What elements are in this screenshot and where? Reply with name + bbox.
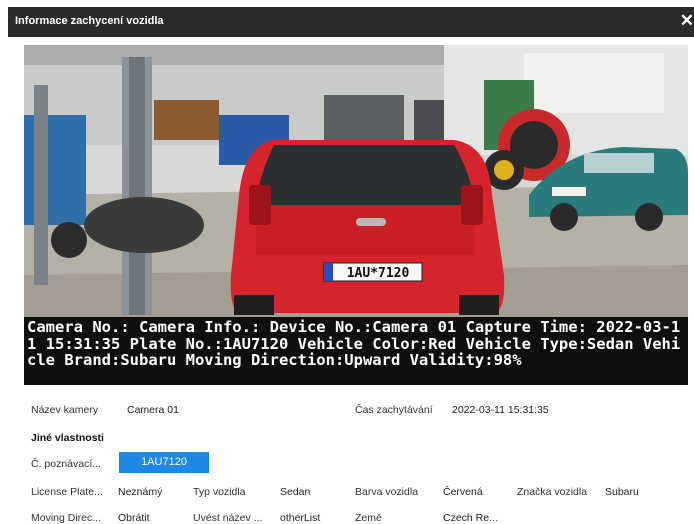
- capture-time-value: 2022-03-11 15:31:35: [452, 404, 549, 416]
- close-icon[interactable]: ✕: [680, 11, 694, 31]
- vehicle-type-value: Sedan: [280, 486, 311, 498]
- capture-overlay-text: Camera No.: Camera Info.: Device No.:Cam…: [24, 317, 688, 385]
- moving-direction-value: Obrátit: [118, 512, 150, 524]
- list-name-value: otherList: [280, 512, 321, 524]
- dialog-titlebar: Informace zachycení vozidla ✕: [8, 7, 694, 37]
- license-plate-value: Neznámý: [118, 486, 163, 498]
- capture-image: 1AU*7120 Camera No.: Camera Info.: Devic…: [24, 45, 688, 385]
- license-plate-label: License Plate...: [31, 486, 103, 498]
- moving-direction-label: Moving Direc...: [31, 512, 102, 524]
- vehicle-brand-value: Subaru: [605, 486, 639, 498]
- camera-name-value: Camera 01: [127, 404, 179, 416]
- dialog-title: Informace zachycení vozidla: [15, 15, 164, 27]
- country-label: Země: [355, 512, 382, 524]
- vehicle-color-label: Barva vozidla: [355, 486, 419, 498]
- camera-name-label: Název kamery: [31, 404, 99, 416]
- capture-time-label: Čas zachytávání: [355, 404, 433, 416]
- plate-number-label: Č. poznávací...: [31, 458, 102, 470]
- section-title: Jiné vlastnosti: [31, 432, 104, 444]
- list-name-label: Uvést název ...: [193, 512, 263, 524]
- vehicle-brand-label: Značka vozidla: [517, 486, 588, 498]
- vehicle-color-value: Červená: [443, 486, 483, 498]
- country-value: Czech Re...: [443, 512, 498, 524]
- plate-number-value[interactable]: 1AU7120: [119, 452, 209, 473]
- plate-text: 1AU*7120: [347, 266, 410, 281]
- vehicle-type-label: Typ vozidla: [193, 486, 246, 498]
